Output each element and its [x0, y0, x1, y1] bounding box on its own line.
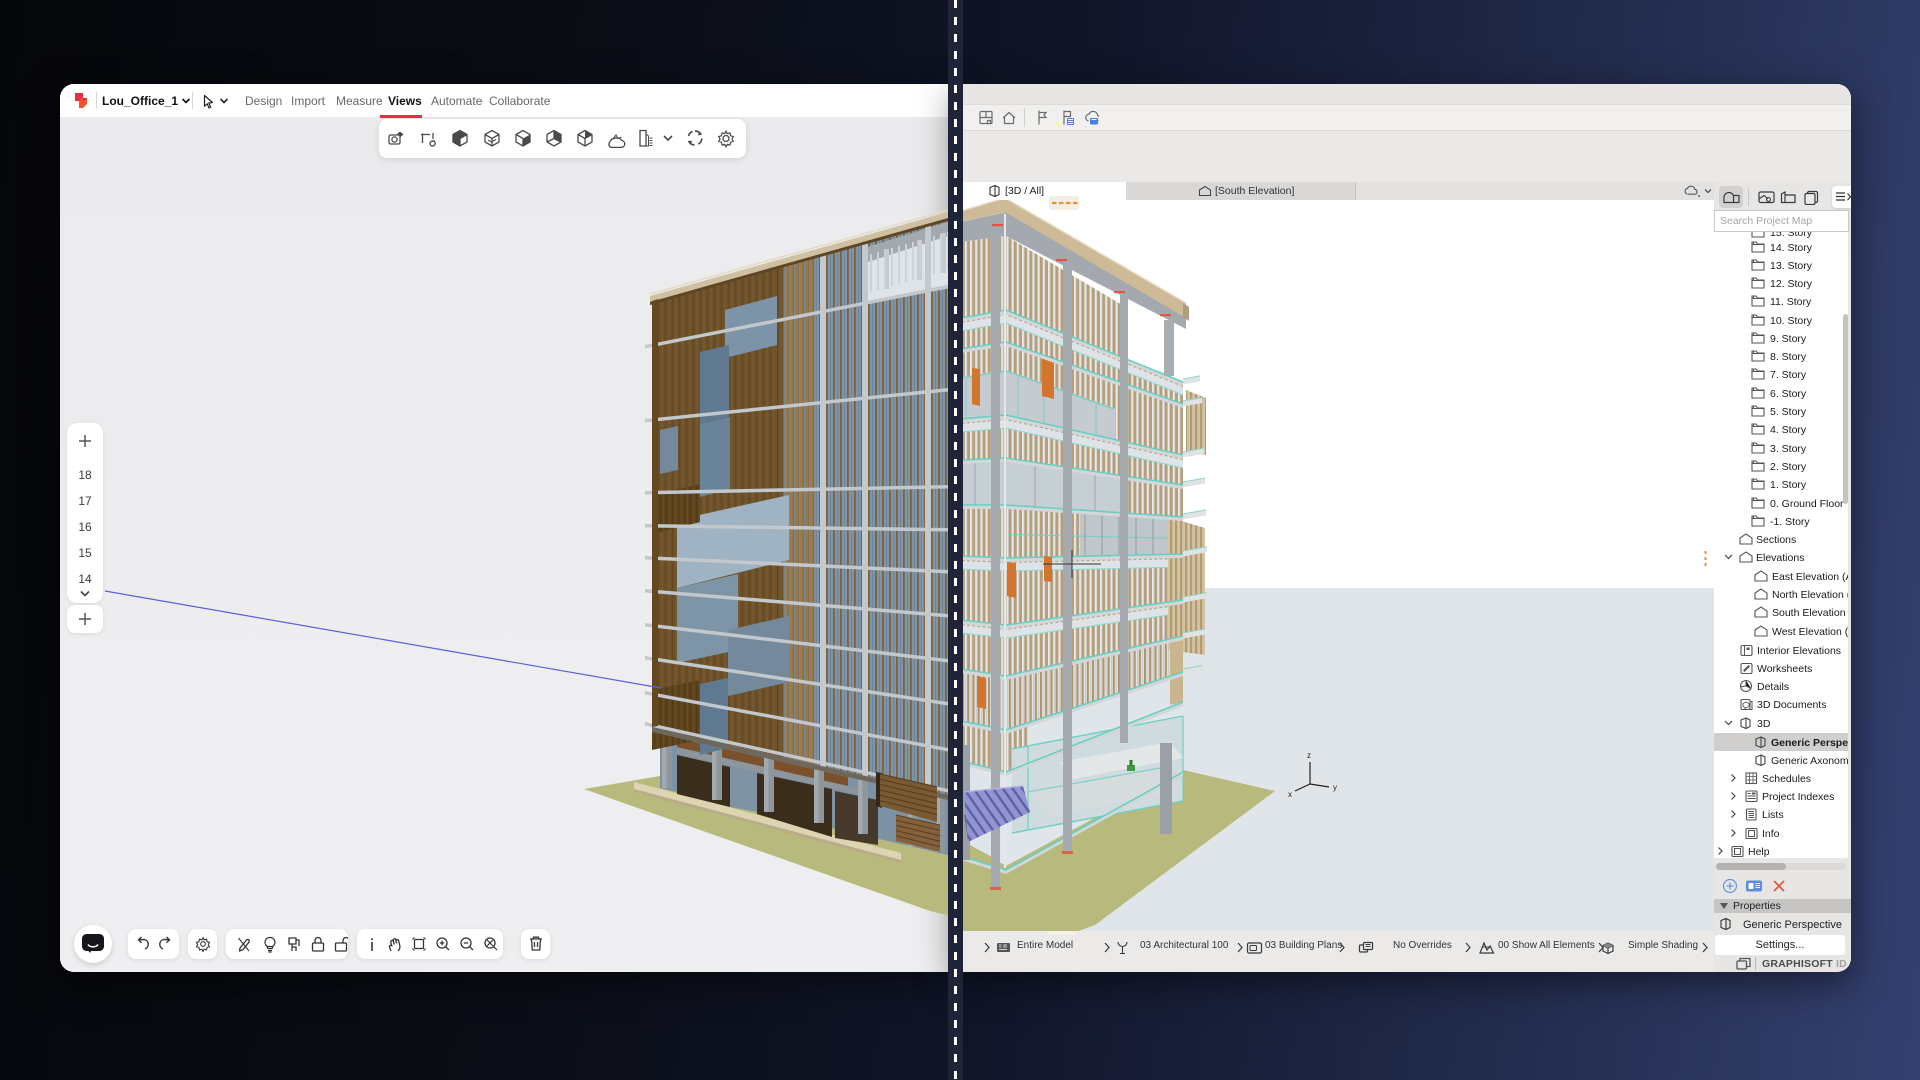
- svg-text:x: x: [1288, 790, 1292, 799]
- svg-text:z: z: [1307, 751, 1311, 760]
- svg-text:y: y: [1333, 783, 1337, 792]
